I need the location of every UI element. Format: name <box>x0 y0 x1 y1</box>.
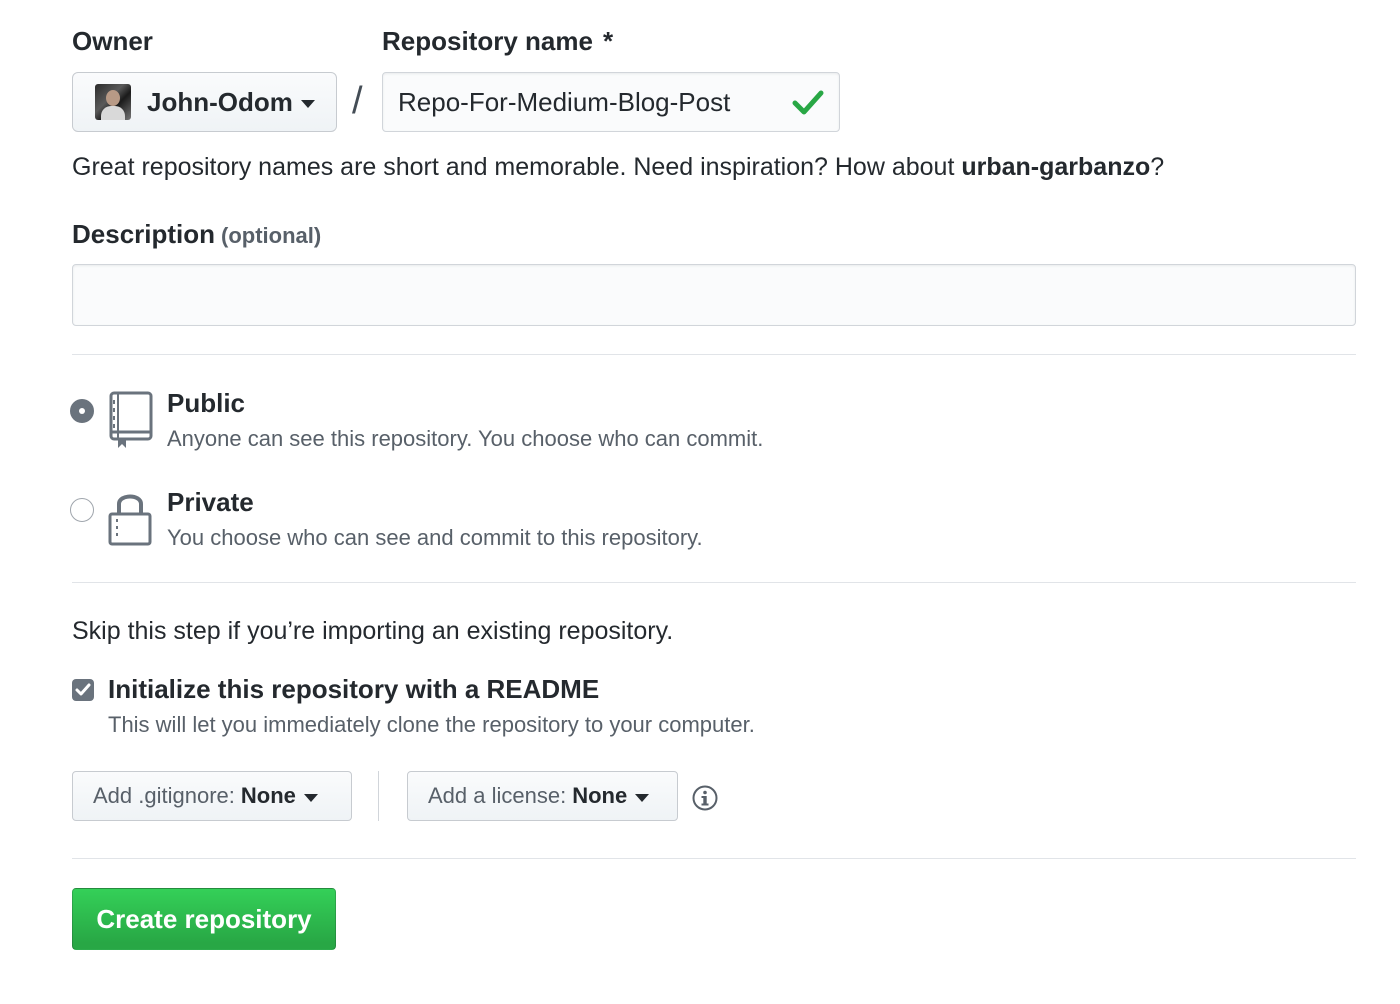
license-value: None <box>572 783 628 808</box>
owner-name: John-Odom <box>147 86 293 117</box>
public-title: Public <box>167 388 246 418</box>
lock-icon <box>108 494 152 546</box>
private-radio[interactable] <box>70 498 94 522</box>
description-input[interactable] <box>72 264 1356 326</box>
required-marker: * <box>602 26 614 56</box>
readme-checkbox[interactable] <box>72 679 94 701</box>
owner-label-text: Owner <box>72 26 153 56</box>
create-repository-button[interactable]: Create repository <box>72 888 336 950</box>
repository-name-input[interactable] <box>382 72 840 132</box>
check-icon <box>792 90 824 115</box>
public-radio[interactable] <box>70 399 94 423</box>
avatar <box>95 84 131 120</box>
readme-description: This will let you immediately clone the … <box>108 712 755 737</box>
owner-label: Owner <box>72 26 153 57</box>
repository-name-hint: Great repository names are short and mem… <box>72 153 1164 182</box>
chevron-down-icon <box>300 99 315 108</box>
owner-repo-separator: / <box>352 80 363 122</box>
gitignore-dropdown[interactable]: Add .gitignore: None <box>72 771 352 821</box>
description-label: Description (optional) <box>72 219 321 250</box>
optional-tag: (optional) <box>221 223 322 248</box>
private-title: Private <box>167 487 254 517</box>
divider <box>72 354 1356 355</box>
repo-icon <box>109 391 153 448</box>
skip-step-note: Skip this step if you’re importing an ex… <box>72 617 674 645</box>
gitignore-prefix: Add .gitignore: <box>93 783 235 808</box>
owner-select[interactable]: John-Odom <box>72 72 337 132</box>
checkmark-icon <box>75 683 91 696</box>
private-description: You choose who can see and commit to thi… <box>167 525 703 550</box>
info-icon[interactable] <box>692 785 718 811</box>
readme-label[interactable]: Initialize this repository with a README <box>108 674 599 705</box>
public-description: Anyone can see this repository. You choo… <box>167 426 764 451</box>
name-suggestion[interactable]: urban-garbanzo <box>961 153 1150 181</box>
repository-name-label: Repository name * <box>382 26 613 57</box>
repository-name-label-text: Repository name <box>382 26 593 56</box>
description-label-text: Description <box>72 219 216 249</box>
chevron-down-icon <box>635 793 650 802</box>
vertical-divider <box>378 771 379 821</box>
license-prefix: Add a license: <box>428 783 567 808</box>
license-dropdown[interactable]: Add a license: None <box>407 771 678 821</box>
divider <box>72 858 1356 859</box>
hint-text: Great repository names are short and mem… <box>72 153 962 181</box>
hint-suffix: ? <box>1150 153 1165 181</box>
chevron-down-icon <box>303 793 318 802</box>
divider <box>72 582 1356 583</box>
gitignore-value: None <box>240 783 296 808</box>
